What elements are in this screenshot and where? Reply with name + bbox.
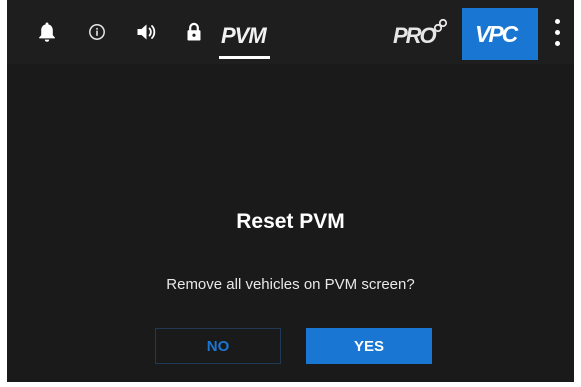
yes-button[interactable]: YES — [306, 328, 432, 364]
dialog-title: Reset PVM — [236, 210, 345, 233]
more-dot — [555, 19, 560, 24]
volume-icon[interactable] — [133, 18, 161, 46]
more-vert-icon[interactable] — [544, 16, 570, 50]
yes-button-label: YES — [353, 337, 384, 355]
more-dot — [555, 30, 560, 35]
info-icon[interactable] — [83, 18, 111, 46]
top-toolbar: PVM PRO VPC — [7, 0, 574, 64]
pro-logo-label: PRO — [393, 23, 437, 48]
bell-icon[interactable] — [33, 18, 61, 46]
no-button-label: NO — [206, 337, 230, 355]
vpc-logo-label: VPC — [475, 21, 518, 47]
more-dot — [555, 41, 560, 46]
dialog-message: Remove all vehicles on PVM screen? — [166, 276, 415, 293]
tab-pvm-label: PVM — [221, 23, 267, 48]
no-button[interactable]: NO — [155, 328, 281, 364]
pro-link-icon — [433, 18, 448, 33]
lock-icon[interactable] — [180, 18, 208, 46]
tab-pvm[interactable]: PVM — [214, 16, 274, 60]
vpc-button[interactable]: VPC — [462, 8, 538, 60]
tab-active-indicator — [219, 56, 270, 59]
pro-button[interactable]: PRO — [388, 14, 450, 52]
app-screen: PVM PRO VPC — [7, 0, 574, 382]
